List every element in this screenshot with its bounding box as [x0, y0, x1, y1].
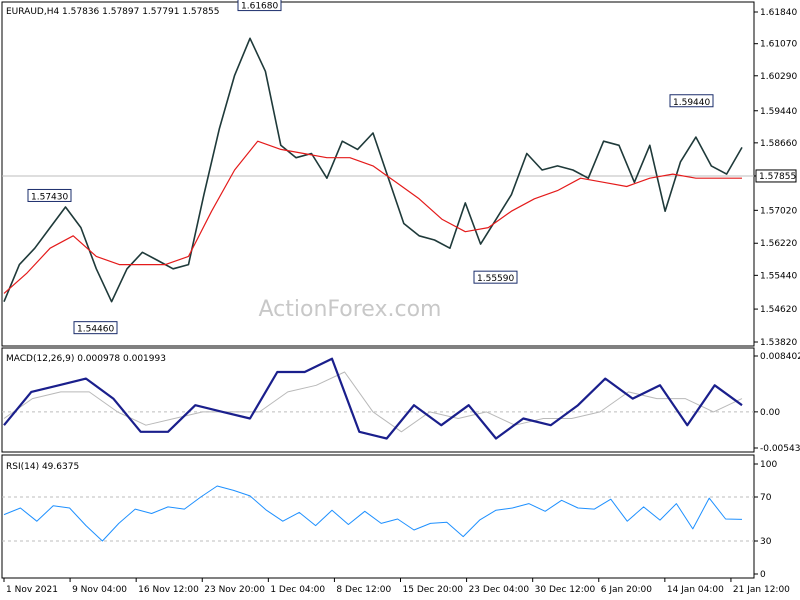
price-y-tick-label: 1.61070	[760, 40, 797, 50]
annotation-label: 1.54460	[77, 325, 114, 335]
price-y-tick-label: 1.60290	[760, 72, 797, 82]
annotation-label: 1.59440	[673, 98, 710, 108]
price-y-tick-label: 1.56220	[760, 239, 797, 249]
x-tick-label: 1 Nov 2021	[6, 585, 58, 595]
price-y-tick-label: 1.57020	[760, 206, 797, 216]
macd-header: MACD(12,26,9) 0.000978 0.001993	[6, 354, 166, 364]
chart-root: ActionForex.com 1.61840 1.61070 1.60290 1.5…	[0, 0, 800, 600]
x-tick-label: 14 Jan 04:00	[667, 585, 724, 595]
rsi-y-tick-label: 0	[760, 570, 766, 580]
x-tick-label: 15 Dec 20:00	[403, 585, 464, 595]
price-y-tick-label: 1.55440	[760, 271, 797, 281]
price-y-tick-label: 1.53820	[760, 338, 797, 348]
macd-y-tick-label: 0.00	[760, 408, 780, 418]
price-y-tick-label: 1.61840	[760, 8, 797, 18]
annotation-label: 1.61680	[241, 2, 278, 12]
rsi-y-tick-label: 70	[760, 493, 772, 503]
x-tick-label: 30 Dec 12:00	[535, 585, 596, 595]
annotation-label: 1.57430	[31, 192, 68, 202]
x-tick-label: 21 Jan 12:00	[733, 585, 790, 595]
x-tick-label: 9 Nov 04:00	[72, 585, 127, 595]
annotation-label: 1.55590	[477, 274, 514, 284]
macd-y-tick-label: 0.008402	[760, 352, 800, 362]
x-tick-label: 6 Jan 20:00	[601, 585, 653, 595]
x-tick-label: 16 Nov 12:00	[138, 585, 199, 595]
watermark: ActionForex.com	[259, 297, 442, 322]
x-tick-label: 8 Dec 12:00	[336, 585, 391, 595]
macd-y-tick-label: -0.005436	[760, 444, 800, 454]
x-tick-label: 23 Nov 20:00	[204, 585, 265, 595]
rsi-y-tick-label: 30	[760, 537, 772, 547]
rsi-header: RSI(14) 49.6375	[6, 462, 79, 472]
price-y-tick-label: 1.54620	[760, 305, 797, 315]
x-tick-label: 1 Dec 04:00	[270, 585, 325, 595]
current-price-label: 1.57855	[759, 172, 796, 182]
rsi-y-tick-label: 100	[760, 460, 777, 470]
price-y-tick-label: 1.59440	[760, 107, 797, 117]
x-tick-label: 23 Dec 04:00	[469, 585, 530, 595]
price-y-tick-label: 1.58660	[760, 139, 797, 149]
price-header: EURAUD,H4 1.57836 1.57897 1.57791 1.5785…	[6, 7, 220, 17]
